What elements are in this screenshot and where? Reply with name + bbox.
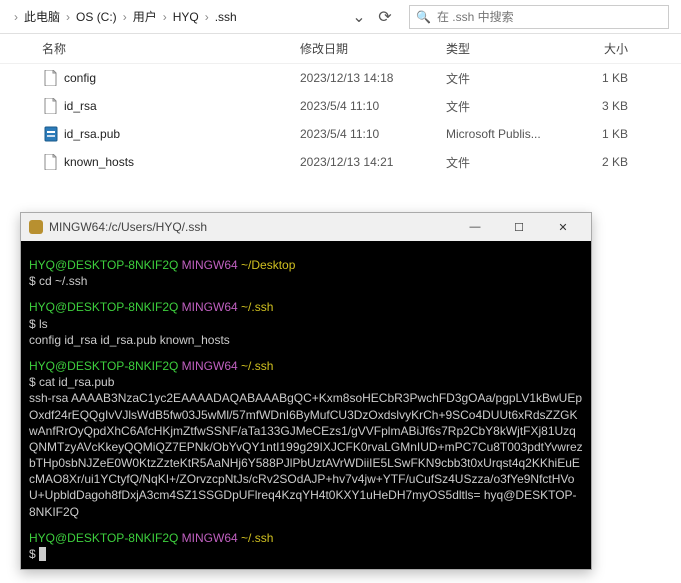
file-date: 2023/12/13 14:21 xyxy=(300,155,446,169)
column-name[interactable]: 名称 xyxy=(42,40,300,57)
breadcrumb[interactable]: › 此电脑 › OS (C:) › 用户 › HYQ › .ssh xyxy=(4,8,343,25)
search-box[interactable]: 🔍 xyxy=(409,5,669,29)
file-size: 1 KB xyxy=(574,71,644,85)
breadcrumb-item[interactable]: HYQ xyxy=(169,10,203,24)
toolbar-icons: ⌄ ⟳ xyxy=(343,9,401,25)
breadcrumb-item[interactable]: OS (C:) xyxy=(72,10,121,24)
window-controls: — ☐ ✕ xyxy=(455,215,583,239)
breadcrumb-item[interactable]: 此电脑 xyxy=(20,8,64,25)
file-name: id_rsa.pub xyxy=(64,127,300,141)
column-size[interactable]: 大小 xyxy=(574,40,644,57)
file-size: 3 KB xyxy=(574,99,644,113)
file-type: Microsoft Publis... xyxy=(446,127,574,141)
file-icon xyxy=(42,153,60,171)
search-input[interactable] xyxy=(437,10,668,24)
dropdown-icon[interactable]: ⌄ xyxy=(351,9,367,25)
terminal-titlebar[interactable]: MINGW64:/c/Users/HYQ/.ssh — ☐ ✕ xyxy=(21,213,591,241)
breadcrumb-item[interactable]: 用户 xyxy=(129,8,161,25)
file-row[interactable]: id_rsa2023/5/4 11:10文件3 KB xyxy=(0,92,681,120)
terminal-app-icon xyxy=(29,220,43,234)
file-date: 2023/5/4 11:10 xyxy=(300,127,446,141)
file-name: config xyxy=(64,71,300,85)
terminal-title: MINGW64:/c/Users/HYQ/.ssh xyxy=(49,220,455,234)
chevron-right-icon: › xyxy=(161,10,169,24)
search-icon: 🔍 xyxy=(410,10,437,24)
file-icon xyxy=(42,69,60,87)
file-type: 文件 xyxy=(446,70,574,87)
chevron-right-icon: › xyxy=(203,10,211,24)
chevron-right-icon: › xyxy=(64,10,72,24)
file-row[interactable]: config2023/12/13 14:18文件1 KB xyxy=(0,64,681,92)
chevron-right-icon: › xyxy=(121,10,129,24)
column-headers: 名称 修改日期 类型 大小 xyxy=(0,34,681,64)
file-list: config2023/12/13 14:18文件1 KBid_rsa2023/5… xyxy=(0,64,681,176)
minimize-button[interactable]: — xyxy=(455,215,495,239)
chevron-right-icon: › xyxy=(12,10,20,24)
file-name: id_rsa xyxy=(64,99,300,113)
file-type: 文件 xyxy=(446,154,574,171)
column-date[interactable]: 修改日期 xyxy=(300,40,446,57)
explorer-topbar: › 此电脑 › OS (C:) › 用户 › HYQ › .ssh ⌄ ⟳ 🔍 xyxy=(0,0,681,34)
maximize-button[interactable]: ☐ xyxy=(499,215,539,239)
terminal-body[interactable]: HYQ@DESKTOP-8NKIF2Q MINGW64 ~/Desktop$ c… xyxy=(21,241,591,569)
file-date: 2023/5/4 11:10 xyxy=(300,99,446,113)
file-size: 1 KB xyxy=(574,127,644,141)
file-row[interactable]: known_hosts2023/12/13 14:21文件2 KB xyxy=(0,148,681,176)
column-type[interactable]: 类型 xyxy=(446,40,574,57)
file-row[interactable]: id_rsa.pub2023/5/4 11:10Microsoft Publis… xyxy=(0,120,681,148)
file-date: 2023/12/13 14:18 xyxy=(300,71,446,85)
file-name: known_hosts xyxy=(64,155,300,169)
file-icon xyxy=(42,97,60,115)
file-size: 2 KB xyxy=(574,155,644,169)
file-type: 文件 xyxy=(446,98,574,115)
terminal-window: MINGW64:/c/Users/HYQ/.ssh — ☐ ✕ HYQ@DESK… xyxy=(20,212,592,570)
close-button[interactable]: ✕ xyxy=(543,215,583,239)
publisher-file-icon xyxy=(42,125,60,143)
breadcrumb-item[interactable]: .ssh xyxy=(211,10,241,24)
refresh-icon[interactable]: ⟳ xyxy=(377,9,393,25)
